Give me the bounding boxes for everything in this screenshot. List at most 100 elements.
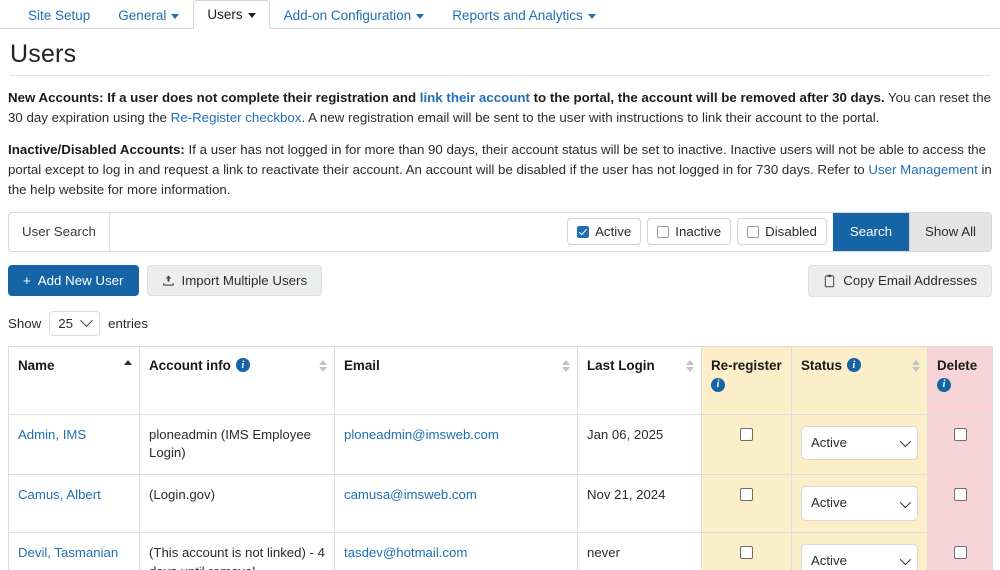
status-value: Active xyxy=(811,495,847,511)
sort-toggle-status[interactable] xyxy=(912,359,920,372)
note-text-2: . A new registration email will be sent … xyxy=(301,110,880,126)
column-label: Email xyxy=(344,357,380,373)
add-new-user-label: Add New User xyxy=(37,273,124,289)
cell-re-register xyxy=(701,474,792,533)
chevron-down-icon xyxy=(587,13,596,19)
user-name-link[interactable]: Admin, IMS xyxy=(18,427,86,442)
checkbox-active[interactable] xyxy=(577,225,590,238)
link-re-register-checkbox[interactable]: Re-Register checkbox xyxy=(171,110,302,125)
cell-account-info: ploneadmin (IMS Employee Login) xyxy=(139,413,335,476)
cell-delete xyxy=(927,531,993,570)
status-dropdown[interactable]: Active xyxy=(801,425,918,461)
user-name-link[interactable]: Camus, Albert xyxy=(18,487,101,502)
chevron-down-icon xyxy=(171,13,180,19)
note-text-bold-2: to the portal, the account will be remov… xyxy=(529,90,885,105)
column-header-name[interactable]: Name xyxy=(8,345,140,415)
column-label: Name xyxy=(18,357,55,373)
column-label: Delete xyxy=(937,357,978,373)
cell-email: tasdev@hotmail.com xyxy=(334,531,578,570)
tab-addon-configuration[interactable]: Add-on Configuration xyxy=(270,1,439,30)
note-heading: New Accounts: xyxy=(8,90,104,105)
sort-toggle-last-login[interactable] xyxy=(686,359,694,372)
filter-active[interactable]: Active xyxy=(567,218,642,246)
search-input[interactable] xyxy=(109,212,562,251)
filter-label: Inactive xyxy=(675,224,722,240)
delete-checkbox[interactable] xyxy=(953,545,967,559)
filter-label: Disabled xyxy=(765,224,817,240)
re-register-checkbox[interactable] xyxy=(740,488,753,502)
cell-re-register xyxy=(701,413,792,476)
note-heading: Inactive/Disabled Accounts: xyxy=(8,141,185,157)
note-text-bold-1: If a user does not complete their regist… xyxy=(103,90,420,105)
user-email-link[interactable]: ploneadmin@imsweb.com xyxy=(344,427,499,442)
user-email-link[interactable]: camusa@imsweb.com xyxy=(344,487,477,502)
cell-status: Active xyxy=(791,531,928,570)
cell-name: Admin, IMS xyxy=(8,413,140,476)
link-user-management[interactable]: User Management xyxy=(868,162,977,177)
copy-emails-label: Copy Email Addresses xyxy=(843,273,977,289)
column-label: Re-register xyxy=(711,357,782,373)
chevron-down-icon xyxy=(899,554,912,566)
sort-toggle-email[interactable] xyxy=(562,359,570,372)
show-all-button[interactable]: Show All xyxy=(909,212,991,251)
column-header-email[interactable]: Email xyxy=(334,345,578,415)
info-icon[interactable]: i xyxy=(846,358,861,373)
delete-checkbox[interactable] xyxy=(953,427,967,441)
column-header-status[interactable]: Status i xyxy=(791,345,928,415)
cell-email: ploneadmin@imsweb.com xyxy=(334,413,578,476)
show-entries-prefix: Show xyxy=(8,315,42,331)
note-new-accounts: New Accounts: If a user does not complet… xyxy=(8,88,992,129)
cell-email: camusa@imsweb.com xyxy=(334,474,578,533)
status-dropdown[interactable]: Active xyxy=(801,543,918,570)
status-dropdown[interactable]: Active xyxy=(801,486,918,521)
re-register-checkbox[interactable] xyxy=(740,427,753,441)
delete-checkbox[interactable] xyxy=(953,488,967,502)
link-their-account[interactable]: link their account xyxy=(420,90,530,105)
tab-site-setup[interactable]: Site Setup xyxy=(14,1,104,30)
sort-toggle-account-info[interactable] xyxy=(319,359,327,372)
info-icon[interactable]: i xyxy=(711,377,725,392)
sort-toggle-name[interactable] xyxy=(124,359,132,365)
tab-general[interactable]: General xyxy=(104,1,193,30)
show-entries-suffix: entries xyxy=(108,315,148,331)
cell-delete xyxy=(927,413,993,476)
re-register-checkbox[interactable] xyxy=(740,545,753,559)
chevron-down-icon xyxy=(899,436,912,448)
checkbox-disabled[interactable] xyxy=(747,225,760,238)
tab-users[interactable]: Users xyxy=(193,0,270,29)
user-search-bar: User Search Active Inactive Disabled Sea… xyxy=(8,211,992,252)
filter-disabled[interactable]: Disabled xyxy=(737,218,827,246)
filter-inactive[interactable]: Inactive xyxy=(647,218,732,246)
status-value: Active xyxy=(811,552,847,568)
cell-name: Camus, Albert xyxy=(8,474,140,533)
users-table: Name Account info i Email Last Login Re-… xyxy=(8,345,993,570)
column-header-delete: Delete i xyxy=(927,345,993,415)
user-email-link[interactable]: tasdev@hotmail.com xyxy=(344,545,467,560)
cell-last-login: Nov 21, 2024 xyxy=(577,474,702,533)
search-button[interactable]: Search xyxy=(832,212,909,251)
checkbox-inactive[interactable] xyxy=(657,225,670,238)
status-value: Active xyxy=(811,434,847,450)
note-inactive-disabled-accounts: Inactive/Disabled Accounts: If a user ha… xyxy=(8,140,992,201)
copy-email-addresses-button[interactable]: Copy Email Addresses xyxy=(808,264,992,297)
add-new-user-button[interactable]: + Add New User xyxy=(8,265,139,297)
column-label: Account info xyxy=(149,357,231,373)
tab-label: Add-on Configuration xyxy=(283,7,412,23)
user-name-link[interactable]: Devil, Tasmanian xyxy=(18,545,118,560)
column-header-account-info[interactable]: Account info i xyxy=(139,345,335,415)
cell-account-info: (Login.gov) xyxy=(139,474,335,533)
entries-per-page-select[interactable]: 25 xyxy=(49,310,101,336)
tab-label: General xyxy=(118,7,167,23)
cell-status: Active xyxy=(791,413,928,476)
column-label: Status xyxy=(801,357,842,373)
import-multiple-users-button[interactable]: Import Multiple Users xyxy=(146,265,323,297)
action-toolbar: + Add New User Import Multiple Users Cop… xyxy=(8,264,992,297)
info-icon[interactable]: i xyxy=(937,377,951,392)
clipboard-icon xyxy=(825,274,835,287)
info-icon[interactable]: i xyxy=(235,358,250,373)
cell-status: Active xyxy=(791,474,928,533)
show-entries-control: Show 25 entries xyxy=(8,310,992,336)
tab-label: Site Setup xyxy=(28,7,91,23)
column-header-last-login[interactable]: Last Login xyxy=(577,345,702,415)
tab-reports-and-analytics[interactable]: Reports and Analytics xyxy=(438,1,610,30)
